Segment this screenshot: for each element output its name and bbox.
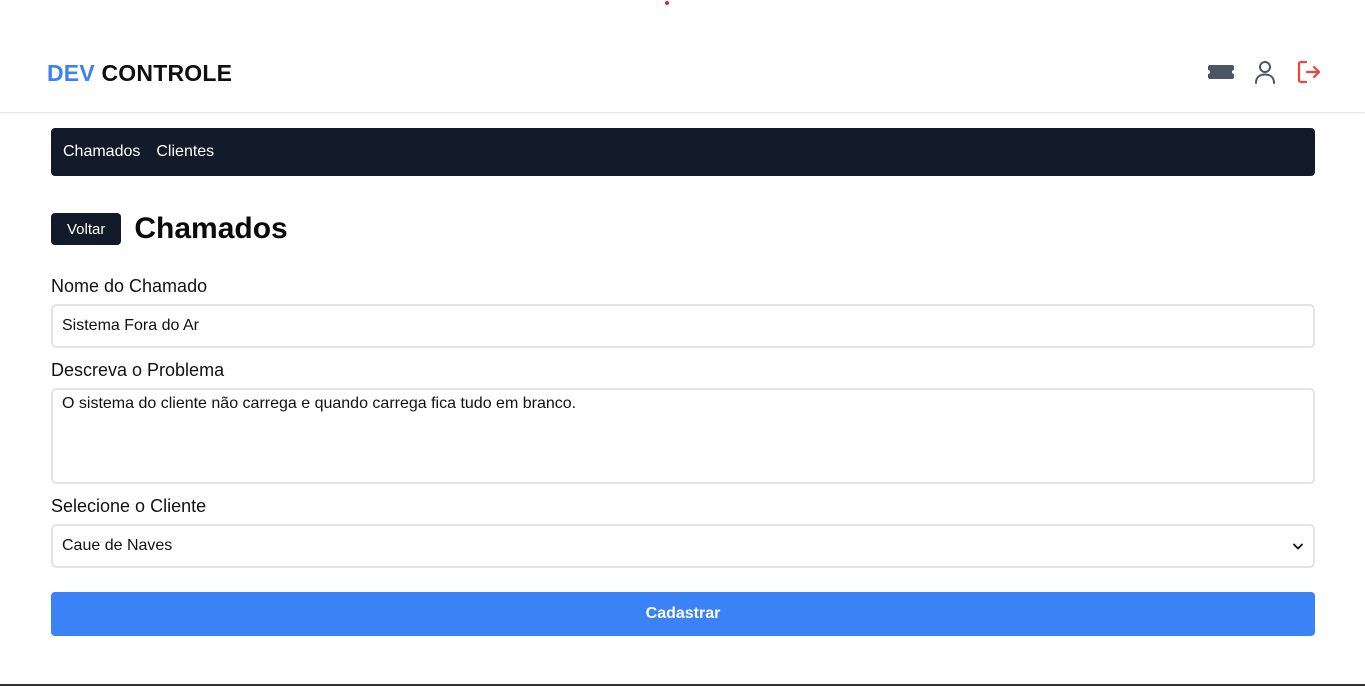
nav-item-chamados[interactable]: Chamados [63, 143, 140, 161]
back-button[interactable]: Voltar [51, 213, 122, 245]
description-value: O sistema do cliente não carrega e quand… [62, 395, 577, 412]
client-select-label: Selecione o Cliente [51, 496, 207, 516]
nav-item-clientes[interactable]: Clientes [156, 143, 214, 161]
ticket-name-value: Sistema Fora do Ar [62, 317, 199, 334]
page-title-row: Voltar Chamados [51, 212, 288, 246]
description-textarea[interactable]: O sistema do cliente não carrega e quand… [51, 388, 1315, 484]
top-indicator-dot [665, 1, 669, 5]
main-nav: Chamados Clientes [51, 128, 1315, 176]
submit-button[interactable]: Cadastrar [51, 592, 1315, 636]
ticket-icon[interactable] [1207, 58, 1235, 86]
brand-text: CONTROLE [94, 60, 233, 86]
chevron-down-icon [1293, 537, 1303, 555]
logout-icon[interactable] [1295, 58, 1323, 86]
ticket-name-input[interactable]: Sistema Fora do Ar [51, 304, 1315, 348]
description-label: Descreva o Problema [51, 360, 225, 380]
client-select[interactable]: Caue de Naves [51, 524, 1315, 568]
user-icon[interactable] [1251, 58, 1279, 86]
page-title: Chamados [134, 212, 288, 245]
app-header: DEV CONTROLE [0, 36, 1365, 113]
brand-logo[interactable]: DEV CONTROLE [47, 60, 232, 87]
client-select-value: Caue de Naves [62, 537, 173, 554]
brand-accent: DEV [47, 60, 95, 86]
header-actions [1207, 58, 1323, 86]
ticket-name-label: Nome do Chamado [51, 276, 208, 296]
